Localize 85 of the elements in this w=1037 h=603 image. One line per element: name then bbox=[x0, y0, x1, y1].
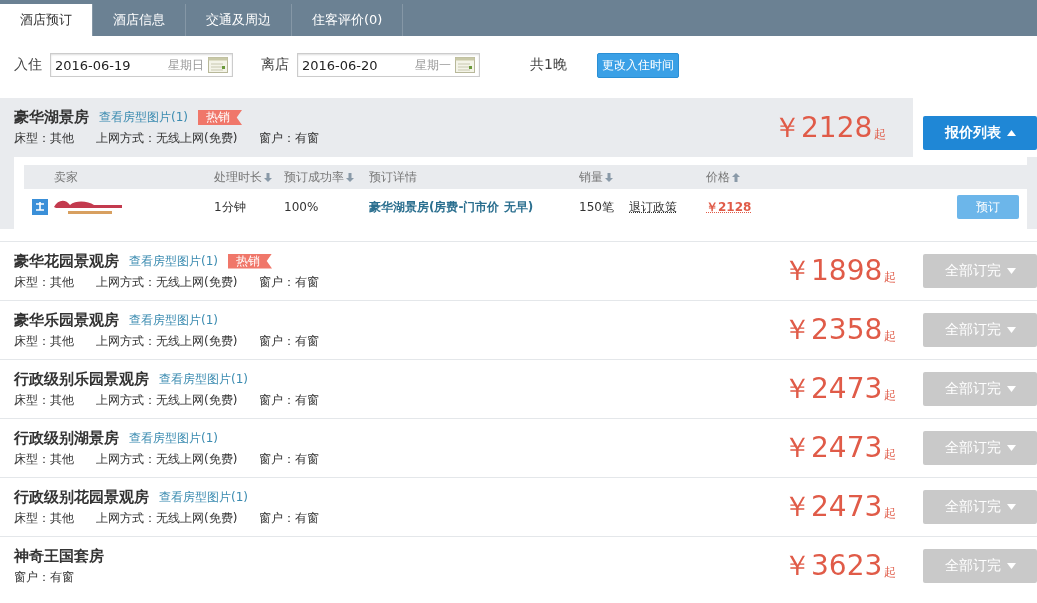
sort-arrow-icon[interactable] bbox=[346, 172, 354, 182]
room-photos-link[interactable]: 查看房型图片(1) bbox=[99, 109, 188, 126]
tab[interactable]: 酒店信息 bbox=[93, 4, 186, 36]
caret-icon bbox=[1006, 563, 1016, 569]
date-field[interactable]: 2016-06-19 星期日 bbox=[50, 53, 233, 77]
calendar-icon[interactable] bbox=[208, 57, 228, 73]
price-list-button[interactable]: 报价列表 bbox=[923, 116, 1037, 150]
cancellation-policy-link[interactable]: 退订政策 bbox=[629, 198, 706, 216]
caret-icon bbox=[1006, 268, 1016, 274]
room-name: 豪华湖景房 bbox=[14, 108, 89, 127]
room-detail: 窗户：有窗 bbox=[14, 568, 74, 586]
room-photos-link[interactable]: 查看房型图片(1) bbox=[129, 311, 218, 329]
column-header: 处理时长 bbox=[214, 168, 262, 186]
column-header: 销量 bbox=[579, 168, 603, 186]
price-suffix: 起 bbox=[874, 125, 887, 143]
room-detail: 床型：其他 bbox=[14, 130, 74, 147]
room-photos-link[interactable]: 查看房型图片(1) bbox=[159, 370, 248, 388]
hot-sale-tag: 热销 bbox=[228, 253, 272, 269]
tab[interactable]: 住客评价(0) bbox=[292, 4, 404, 36]
room-detail: 床型：其他 bbox=[14, 509, 74, 527]
caret-icon bbox=[1006, 386, 1016, 392]
price-suffix: 起 bbox=[884, 269, 897, 286]
price-suffix: 起 bbox=[884, 387, 897, 404]
room-name: 豪华花园景观房 bbox=[14, 251, 119, 271]
room-name: 行政级别花园景观房 bbox=[14, 487, 149, 507]
column-header: 价格 bbox=[706, 168, 730, 186]
calendar-icon[interactable] bbox=[455, 57, 475, 73]
sort-arrow-icon[interactable] bbox=[264, 172, 272, 182]
room-detail: 上网方式：无线上网(免费) bbox=[96, 273, 238, 291]
price-suffix: 起 bbox=[884, 564, 897, 581]
success-rate: 100% bbox=[284, 200, 320, 214]
hot-sale-tag: 热销 bbox=[198, 110, 242, 125]
room-price: ￥3623 bbox=[783, 551, 883, 581]
room-detail: 窗户：有窗 bbox=[259, 509, 320, 527]
room-detail: 窗户：有窗 bbox=[259, 273, 320, 291]
room-price: ￥2358 bbox=[783, 315, 883, 345]
book-button[interactable]: 预订 bbox=[957, 195, 1019, 219]
room-price: ￥1898 bbox=[783, 256, 883, 286]
sales-count: 150笔 bbox=[579, 198, 615, 216]
room-photos-link[interactable]: 查看房型图片(1) bbox=[129, 252, 218, 270]
room-detail: 上网方式：无线上网(免费) bbox=[96, 332, 238, 350]
room-detail: 上网方式：无线上网(免费) bbox=[96, 450, 238, 468]
room-price: ￥2473 bbox=[783, 492, 883, 522]
offer-price: ￥2128 bbox=[706, 199, 752, 214]
room-detail: 窗户：有窗 bbox=[259, 391, 320, 409]
price-suffix: 起 bbox=[884, 446, 897, 463]
room-price: ￥2473 bbox=[783, 374, 883, 404]
room-detail: 床型：其他 bbox=[14, 273, 74, 291]
offer-detail-link[interactable]: 豪华湖景房(房费-门市价 无早) bbox=[369, 198, 579, 216]
caret-icon bbox=[1006, 504, 1016, 510]
caret-icon bbox=[1006, 445, 1016, 451]
date-field[interactable]: 2016-06-20 星期一 bbox=[297, 53, 480, 77]
room-price: ￥2128 bbox=[773, 112, 873, 143]
room-detail: 床型：其他 bbox=[14, 391, 74, 409]
sort-arrow-icon[interactable] bbox=[732, 172, 740, 182]
column-header: 预订详情 bbox=[369, 168, 417, 186]
processing-time: 1分钟 bbox=[214, 198, 247, 216]
date-label: 离店 bbox=[261, 56, 289, 74]
room-name: 豪华乐园景观房 bbox=[14, 310, 119, 330]
room-price: ￥2473 bbox=[783, 433, 883, 463]
room-detail: 上网方式：无线上网(免费) bbox=[96, 130, 238, 147]
room-detail: 上网方式：无线上网(免费) bbox=[96, 391, 238, 409]
room-detail: 床型：其他 bbox=[14, 450, 74, 468]
column-header: 预订成功率 bbox=[284, 168, 344, 186]
price-suffix: 起 bbox=[884, 328, 897, 345]
room-photos-link[interactable]: 查看房型图片(1) bbox=[129, 429, 218, 447]
room-name: 行政级别乐园景观房 bbox=[14, 369, 149, 389]
caret-icon bbox=[1006, 327, 1016, 333]
room-detail: 窗户：有窗 bbox=[259, 332, 320, 350]
room-detail: 窗户：有窗 bbox=[259, 450, 320, 468]
change-dates-button[interactable]: 更改入住时间 bbox=[596, 52, 679, 78]
room-detail: 窗户：有窗 bbox=[259, 130, 320, 147]
room-photos-link[interactable]: 查看房型图片(1) bbox=[159, 488, 248, 506]
tab[interactable]: 酒店预订 bbox=[0, 4, 93, 36]
room-detail: 床型：其他 bbox=[14, 332, 74, 350]
room-detail: 上网方式：无线上网(免费) bbox=[96, 509, 238, 527]
nights-count: 共1晚 bbox=[530, 56, 567, 74]
sort-arrow-icon[interactable] bbox=[605, 172, 613, 182]
date-label: 入住 bbox=[14, 56, 42, 74]
caret-icon bbox=[1006, 130, 1016, 136]
room-name: 神奇王国套房 bbox=[14, 546, 104, 566]
column-header: 卖家 bbox=[54, 168, 78, 186]
price-suffix: 起 bbox=[884, 505, 897, 522]
room-name: 行政级别湖景房 bbox=[14, 428, 119, 448]
tab[interactable]: 交通及周边 bbox=[186, 4, 292, 36]
